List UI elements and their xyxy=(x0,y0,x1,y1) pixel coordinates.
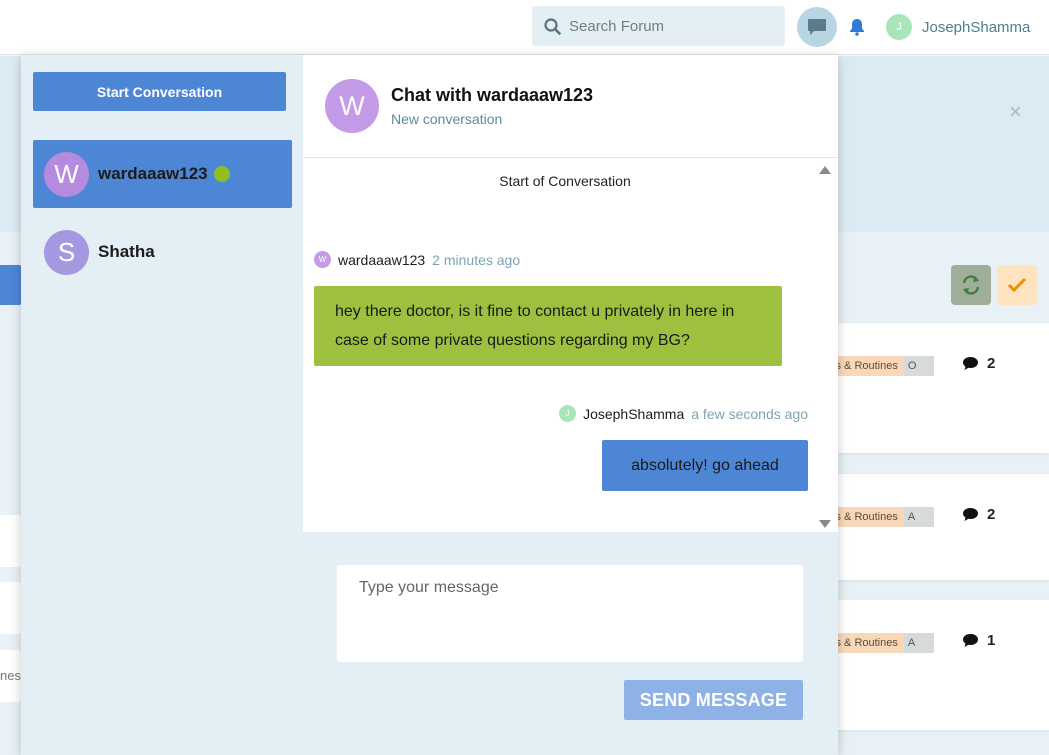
send-message-button[interactable]: SEND MESSAGE xyxy=(624,680,803,720)
comment-count-value: 1 xyxy=(987,632,996,649)
conversation-sidebar: Start Conversation W wardaaaw123 S Shath… xyxy=(21,55,303,755)
conversation-name: wardaaaw123 xyxy=(98,164,208,183)
search-input[interactable] xyxy=(569,17,769,35)
start-conversation-button[interactable]: Start Conversation xyxy=(33,72,286,111)
mark-read-button[interactable] xyxy=(997,265,1037,305)
conversation-item-shatha[interactable]: S Shatha xyxy=(33,218,292,286)
message-meta: J JosephShamma a few seconds ago xyxy=(314,405,808,422)
chat-header: W Chat with wardaaaw123 New conversation xyxy=(303,55,838,158)
top-navbar: J JosephShamma xyxy=(0,0,1049,55)
avatar: W xyxy=(314,251,331,268)
avatar: W xyxy=(44,151,89,197)
refresh-button[interactable] xyxy=(951,265,991,305)
chat-bubble-icon xyxy=(808,18,826,35)
comment-count: 1 xyxy=(962,632,995,649)
background-post-card[interactable] xyxy=(0,582,22,634)
background-tab[interactable] xyxy=(0,265,22,305)
message-author: JosephShamma xyxy=(583,405,685,422)
message-author: wardaaaw123 xyxy=(338,251,426,268)
messages-button[interactable] xyxy=(797,7,837,47)
chat-panel: Start Conversation W wardaaaw123 S Shath… xyxy=(21,55,838,755)
background-post-card[interactable]: nes xyxy=(0,650,22,702)
background-post-card[interactable]: ks & Routines A 1 xyxy=(820,600,1049,730)
message-composer: SEND MESSAGE xyxy=(303,532,838,755)
scroll-up-arrow-icon[interactable] xyxy=(819,166,831,174)
comment-count: 2 xyxy=(962,355,995,372)
conversation-name: Shatha xyxy=(98,242,155,261)
comment-count-value: 2 xyxy=(987,355,996,372)
chat-title-group: Chat with wardaaaw123 New conversation xyxy=(391,85,593,127)
bell-icon xyxy=(850,19,864,36)
comment-icon xyxy=(963,634,978,647)
refresh-icon xyxy=(962,275,980,295)
conversation-start-label: Start of Conversation xyxy=(499,173,631,189)
user-name[interactable]: JosephShamma xyxy=(922,19,1030,36)
outgoing-message-row: absolutely! go ahead xyxy=(314,422,808,491)
comment-count-value: 2 xyxy=(987,506,996,523)
online-status-indicator xyxy=(213,166,230,182)
background-post-text: nes xyxy=(0,668,21,683)
message-list[interactable]: Start of Conversation W wardaaaw123 2 mi… xyxy=(303,158,838,532)
outgoing-message: absolutely! go ahead xyxy=(602,440,808,491)
comment-icon xyxy=(963,508,978,521)
background-post-card[interactable] xyxy=(0,515,22,567)
checkmark-icon xyxy=(1007,277,1027,293)
avatar: J xyxy=(559,405,577,422)
user-avatar[interactable]: J xyxy=(886,14,912,40)
message-timestamp: 2 minutes ago xyxy=(432,251,521,268)
message-meta: W wardaaaw123 2 minutes ago xyxy=(314,251,808,268)
comment-icon xyxy=(963,357,978,370)
search-icon xyxy=(544,17,561,35)
comment-count: 2 xyxy=(962,506,995,523)
incoming-message: hey there doctor, is it fine to contact … xyxy=(314,286,782,366)
notifications-button[interactable] xyxy=(848,17,866,37)
avatar: W xyxy=(325,79,379,133)
background-post-card[interactable]: ks & Routines O 2 xyxy=(820,323,1049,453)
category-tag: A xyxy=(903,507,934,527)
chat-main: W Chat with wardaaaw123 New conversation… xyxy=(303,55,838,755)
close-icon[interactable]: × xyxy=(1009,99,1022,125)
message-input[interactable] xyxy=(337,565,803,662)
search-box[interactable] xyxy=(532,6,785,46)
chat-subtitle: New conversation xyxy=(391,111,503,127)
category-tag: O xyxy=(903,356,934,376)
avatar: S xyxy=(44,229,89,275)
background-post-card[interactable]: ks & Routines A 2 xyxy=(820,474,1049,580)
message-timestamp: a few seconds ago xyxy=(691,405,808,422)
scroll-down-arrow-icon[interactable] xyxy=(819,520,831,528)
chat-title: Chat with wardaaaw123 xyxy=(391,85,594,105)
category-tag: A xyxy=(903,633,934,653)
conversation-item-wardaaaw123[interactable]: W wardaaaw123 xyxy=(33,140,292,208)
